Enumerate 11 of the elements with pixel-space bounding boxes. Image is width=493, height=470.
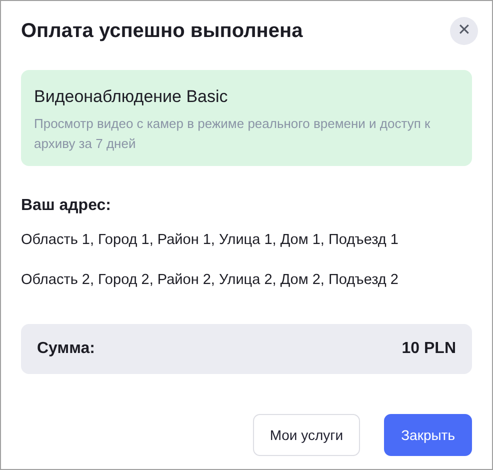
close-dialog-button[interactable]: Закрыть <box>384 414 472 456</box>
my-services-button[interactable]: Мои услуги <box>252 414 360 456</box>
service-name: Видеонаблюдение Basic <box>34 86 229 108</box>
close-button[interactable]: ✕ <box>450 17 478 45</box>
total-value: 10 PLN <box>402 339 456 359</box>
address-line: Область 1, Город 1, Район 1, Улица 1, Дом 1, Подъезд 1 <box>21 231 400 250</box>
address-label: Ваш адрес: <box>21 196 112 216</box>
service-description: Просмотр видео с камер в режиме реального времени и доступ к архиву за 7 дней <box>34 115 432 153</box>
address-line: Область 2, Город 2, Район 2, Улица 2, Дом 2, Подъезд 2 <box>21 271 400 290</box>
total-label: Сумма: <box>37 339 95 359</box>
dialog-title: Оплата успешно выполнена <box>21 19 303 44</box>
